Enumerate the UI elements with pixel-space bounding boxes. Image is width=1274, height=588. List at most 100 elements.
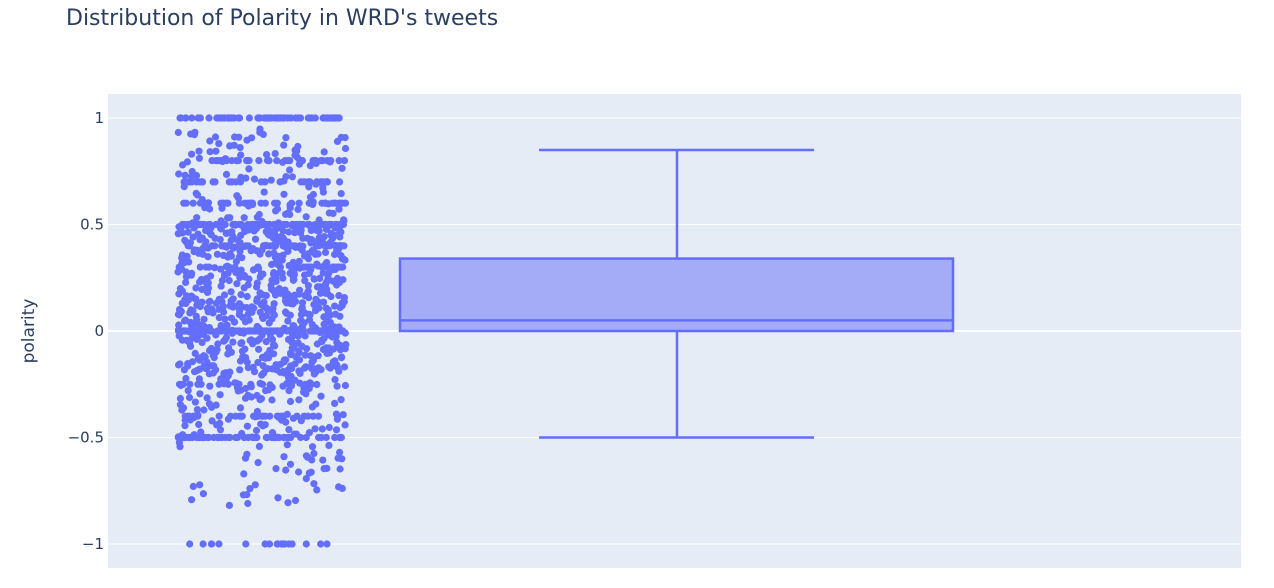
data-point [195,332,203,340]
data-point [210,354,218,362]
data-point [322,114,331,122]
data-point [250,304,258,312]
data-point [195,375,203,383]
data-point [289,414,297,422]
data-point [178,254,186,262]
data-point [253,213,261,221]
data-point [181,422,189,430]
data-point [341,199,349,207]
data-point [202,226,210,235]
data-point [281,293,289,301]
data-point [280,190,288,198]
data-point [336,465,344,473]
data-point [175,170,183,178]
data-point [274,224,282,232]
data-point [310,275,318,283]
data-point [203,394,211,402]
data-point [317,392,325,400]
data-point [184,387,192,395]
data-point [230,318,239,326]
data-point [216,391,224,399]
data-point [268,383,276,391]
data-point [294,142,302,151]
data-point [196,354,204,362]
data-point [310,449,318,458]
data-point [211,234,219,242]
data-point [321,220,329,229]
data-point [203,283,211,291]
data-point [192,295,200,303]
data-point [213,345,221,354]
data-point [233,280,241,288]
data-point [250,175,259,183]
data-point [205,298,213,306]
data-point [226,214,234,222]
data-point [336,178,344,186]
data-point [297,317,305,325]
data-point [323,540,331,548]
data-point [238,347,247,355]
data-point [338,164,346,172]
data-point [304,114,312,122]
data-point [284,433,292,442]
data-point [205,370,213,378]
data-point [320,465,328,473]
y-tick-label: −1 [82,535,104,553]
data-point [276,412,284,420]
data-point [294,114,302,122]
data-point [336,433,344,442]
data-point [263,114,272,122]
data-point [331,376,339,384]
y-tick-label: 1 [94,109,104,127]
data-point [174,128,182,137]
data-point [292,220,300,229]
data-point [213,250,221,258]
data-point [222,243,230,251]
data-point [216,295,224,303]
data-point [237,173,245,181]
data-point [253,283,261,291]
data-point [331,399,339,407]
data-point [280,141,288,149]
data-point [286,201,294,209]
data-point [259,422,267,430]
data-point [194,114,202,122]
data-point [317,540,325,548]
data-point [288,333,296,341]
data-point [297,433,305,442]
data-point [228,327,236,335]
data-point [196,178,204,186]
data-point [217,282,225,290]
data-point [332,410,340,418]
data-point [232,433,240,442]
data-point [318,425,326,433]
data-point [288,173,296,181]
data-point [244,499,252,508]
data-point [215,540,223,548]
data-point [320,148,328,156]
data-point [276,263,284,271]
data-point [211,133,220,141]
data-point [174,230,182,238]
data-point [254,327,262,335]
data-point [180,178,188,186]
data-point [196,263,204,271]
data-point [226,302,234,310]
data-point [337,190,345,198]
data-point [270,249,278,257]
data-point [182,374,190,383]
data-point [176,394,184,403]
data-point [304,250,313,258]
data-point [193,191,202,199]
data-point [305,220,313,229]
data-point [219,302,227,310]
data-point [320,327,328,335]
data-point [247,220,256,229]
data-point [243,358,251,366]
data-point [311,425,319,433]
data-point [174,327,183,335]
data-point [176,401,184,409]
data-point [183,292,191,300]
data-point [197,433,205,442]
data-point [227,288,235,296]
